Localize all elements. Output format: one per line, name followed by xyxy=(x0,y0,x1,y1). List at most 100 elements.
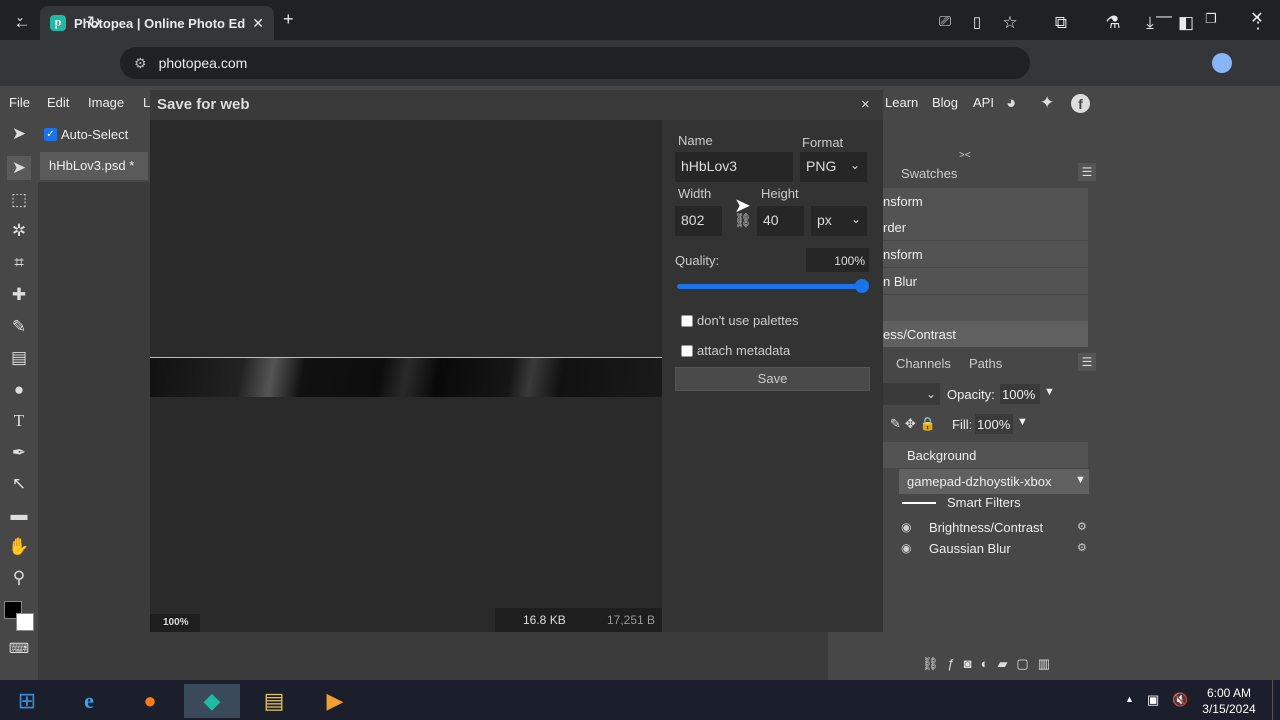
site-info-icon[interactable]: ⚙ xyxy=(134,55,147,72)
menu-image[interactable]: Image xyxy=(88,95,124,110)
quality-input[interactable]: 100% xyxy=(806,248,869,272)
firefox-icon[interactable]: ● xyxy=(128,684,172,718)
lock-icons[interactable]: ✎✥🔒 xyxy=(890,416,940,432)
filter-name[interactable]: Gaussian Blur xyxy=(929,541,1011,556)
gradient-tool-icon[interactable]: ▤ xyxy=(7,346,31,370)
magic-wand-tool-icon[interactable]: ✲ xyxy=(7,219,31,243)
palettes-checkbox[interactable] xyxy=(681,315,693,327)
history-item[interactable]: rder xyxy=(883,214,1088,240)
start-button-icon[interactable]: ⊞ xyxy=(5,684,49,718)
history-item-active[interactable]: ess/Contrast xyxy=(883,321,1088,347)
height-label: Height xyxy=(761,186,799,201)
filter-settings-icon[interactable]: ⚙ xyxy=(1077,541,1087,554)
filter-name[interactable]: Brightness/Contrast xyxy=(929,520,1043,535)
menu-learn[interactable]: Learn xyxy=(885,95,918,110)
history-item[interactable] xyxy=(883,295,1088,321)
auto-select-checkbox[interactable]: ✓ xyxy=(44,128,57,141)
menu-blog[interactable]: Blog xyxy=(932,95,958,110)
visibility-eye-icon[interactable]: ◉ xyxy=(901,520,911,534)
preview-image xyxy=(150,357,662,397)
tab-close-icon[interactable]: ✕ xyxy=(252,15,264,32)
show-desktop-button[interactable] xyxy=(1272,680,1280,720)
fill-input[interactable]: 100% xyxy=(975,414,1013,434)
marquee-tool-icon[interactable]: ⬚ xyxy=(7,188,31,212)
facebook-icon[interactable]: f xyxy=(1071,94,1090,113)
metadata-checkbox[interactable] xyxy=(681,345,693,357)
restore-icon[interactable]: ❐ xyxy=(1199,11,1223,27)
dialog-close-icon[interactable]: × xyxy=(861,96,870,113)
zoom-tool-icon[interactable]: ⚲ xyxy=(7,566,31,590)
new-tab-icon[interactable]: + xyxy=(283,9,294,30)
move-tool-icon[interactable]: ➤ xyxy=(7,122,31,146)
move-tool-active-icon[interactable]: ➤ xyxy=(7,156,31,180)
layer-actions-icons[interactable]: ⛓ƒ◙◐▰▢▥ xyxy=(922,656,1059,672)
photopea-taskbar-icon[interactable]: ◆ xyxy=(184,684,240,718)
menu-file[interactable]: File xyxy=(9,95,30,110)
profile-avatar-icon[interactable] xyxy=(1212,53,1232,73)
sidepanel-icon[interactable]: ◧ xyxy=(1175,13,1197,33)
tab-paths[interactable]: Paths xyxy=(969,356,1002,371)
back-icon[interactable]: ← xyxy=(11,13,33,33)
blur-tool-icon[interactable]: ● xyxy=(7,378,31,402)
menu-edit[interactable]: Edit xyxy=(47,95,69,110)
tab-swatches[interactable]: Swatches xyxy=(901,166,957,181)
pen-tool-icon[interactable]: ✒ xyxy=(7,441,31,465)
panel-menu-icon[interactable]: ☰ xyxy=(1078,163,1096,181)
filter-settings-icon[interactable]: ⚙ xyxy=(1077,520,1087,533)
page-icon[interactable]: ▯ xyxy=(966,13,988,31)
labs-icon[interactable]: ⚗ xyxy=(1102,13,1124,33)
layers-menu-icon[interactable]: ☰ xyxy=(1078,353,1096,371)
text-tool-icon[interactable]: T xyxy=(7,409,31,433)
quality-slider-knob[interactable] xyxy=(855,279,869,293)
crop-tool-icon[interactable]: ⌗ xyxy=(7,251,31,275)
taskbar-clock[interactable]: 6:00 AM 3/15/2024 xyxy=(1196,685,1262,717)
quality-slider[interactable] xyxy=(677,284,864,289)
format-select[interactable]: PNG ⌄ xyxy=(800,152,867,182)
tab-channels[interactable]: Channels xyxy=(896,356,951,371)
history-item[interactable]: n Blur xyxy=(883,268,1088,294)
opacity-dropdown-icon[interactable]: ▼ xyxy=(1044,386,1055,398)
unit-select[interactable]: px ⌄ xyxy=(811,206,867,236)
brush-tool-icon[interactable]: ✎ xyxy=(7,315,31,339)
background-color-swatch[interactable] xyxy=(16,613,34,631)
twitter-icon[interactable]: ✦ xyxy=(1040,93,1054,113)
chevron-down-icon: ⌄ xyxy=(850,158,861,172)
forward-icon[interactable]: → xyxy=(47,13,69,33)
volume-muted-icon[interactable]: 🔇 xyxy=(1172,692,1188,708)
layer-expand-icon[interactable]: ▼ xyxy=(1075,474,1086,486)
path-select-tool-icon[interactable]: ↖ xyxy=(7,472,31,496)
fill-dropdown-icon[interactable]: ▼ xyxy=(1017,416,1028,428)
height-input[interactable]: 40 xyxy=(757,206,804,236)
browser-menu-icon[interactable]: ⋮ xyxy=(1247,13,1269,33)
network-icon[interactable]: ▣ xyxy=(1147,692,1159,708)
visibility-eye-icon[interactable]: ◉ xyxy=(901,541,911,555)
media-player-icon[interactable]: ▶ xyxy=(313,684,357,718)
metadata-label: attach metadata xyxy=(697,343,791,358)
history-item[interactable]: nsform xyxy=(883,241,1088,267)
reddit-icon[interactable]: ◕ xyxy=(1006,93,1016,113)
save-button[interactable]: Save xyxy=(675,367,870,391)
name-label: Name xyxy=(678,133,713,148)
width-input[interactable]: 802 xyxy=(675,206,722,236)
collapse-icon[interactable]: ˃˂ xyxy=(959,150,971,161)
healing-tool-icon[interactable]: ✚ xyxy=(7,283,31,307)
document-tab[interactable]: hHbLov3.psd * xyxy=(40,152,148,180)
tray-expand-icon[interactable]: ▲ xyxy=(1125,694,1134,704)
download-icon[interactable]: ⤓ xyxy=(1139,13,1161,33)
browser-tab[interactable]: p Photopea | Online Photo Editor ✕ xyxy=(40,6,274,40)
name-input[interactable]: hHbLov3 xyxy=(675,152,793,182)
hand-tool-icon[interactable]: ✋ xyxy=(7,535,31,559)
rectangle-tool-icon[interactable]: ▬ xyxy=(7,503,31,527)
install-app-icon[interactable]: ⎚ xyxy=(934,13,956,30)
file-explorer-icon[interactable]: ▤ xyxy=(252,684,296,718)
reload-icon[interactable]: ↻ xyxy=(83,13,105,33)
blend-mode-select[interactable]: ⌄ xyxy=(883,383,940,405)
address-bar[interactable]: ⚙ photopea.com xyxy=(120,47,1030,79)
internet-explorer-icon[interactable]: e xyxy=(67,684,111,718)
keyboard-icon[interactable]: ⌨ xyxy=(7,636,31,660)
history-item[interactable]: nsform xyxy=(883,188,1088,214)
bookmark-star-icon[interactable]: ☆ xyxy=(999,13,1021,33)
extensions-icon[interactable]: ⧉ xyxy=(1050,13,1072,33)
menu-api[interactable]: API xyxy=(973,95,994,110)
opacity-input[interactable]: 100% xyxy=(1000,384,1040,404)
